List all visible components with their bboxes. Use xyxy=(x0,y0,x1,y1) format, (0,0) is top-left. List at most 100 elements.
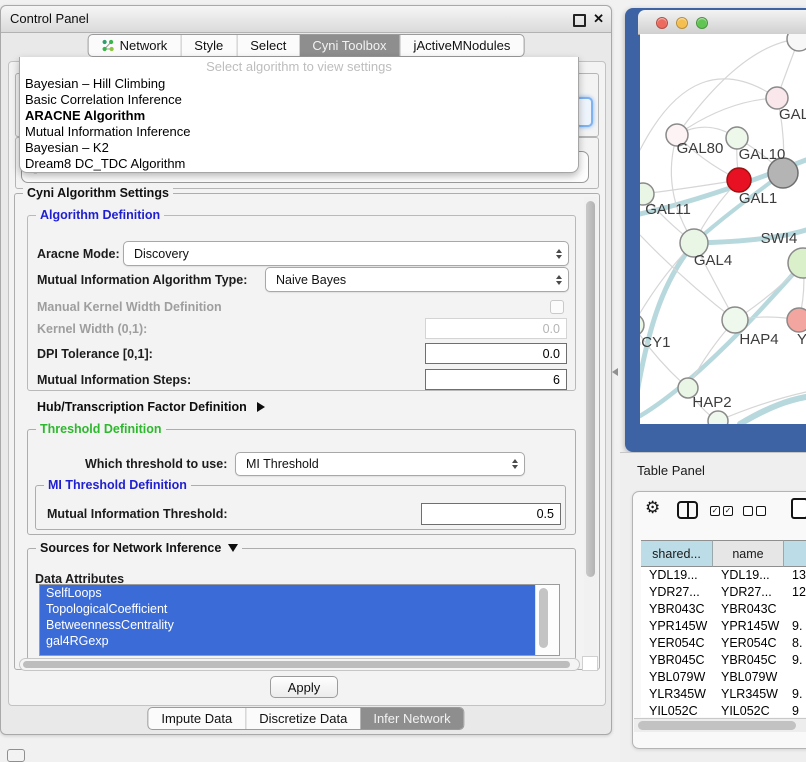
table-cell: 8. xyxy=(784,635,806,652)
tab-cyni-toolbox[interactable]: Cyni Toolbox xyxy=(299,35,399,56)
attributes-list-scrollbar[interactable] xyxy=(535,585,559,655)
column-header-shared[interactable]: shared... xyxy=(641,540,713,567)
attribute-item-topologicalcoefficient[interactable]: TopologicalCoefficient xyxy=(40,601,535,617)
deselect-all-icon[interactable] xyxy=(743,506,766,516)
scrollbar-thumb[interactable] xyxy=(638,721,796,730)
select-all-icon[interactable]: ✓ ✓ xyxy=(710,506,733,516)
panel-splitter-arrow-icon[interactable] xyxy=(612,368,618,376)
table-row[interactable]: YBR043CYBR043C xyxy=(641,601,806,618)
which-threshold-combo[interactable]: MI Threshold xyxy=(235,452,525,476)
table-panel-title: Table Panel xyxy=(637,463,705,478)
network-node-gal1[interactable] xyxy=(727,168,751,192)
table-row[interactable]: YDL19...YDL19...13 xyxy=(641,567,806,584)
attribute-item-selfloops[interactable]: SelfLoops xyxy=(40,585,535,601)
minimize-traffic-light-icon[interactable] xyxy=(676,17,688,29)
close-traffic-light-icon[interactable] xyxy=(656,17,668,29)
node-label-gal: GAL xyxy=(779,106,806,123)
apply-button[interactable]: Apply xyxy=(270,676,338,698)
table-cell xyxy=(784,669,806,686)
checked-checkbox-icon: ✓ xyxy=(723,506,733,516)
column-header-a[interactable]: A xyxy=(784,540,806,567)
hub-definition-label: Hub/Transcription Factor Definition xyxy=(37,400,247,414)
algorithm-option-bayesian-k2[interactable]: Bayesian – K2 xyxy=(20,140,578,156)
tab-network-label: Network xyxy=(120,38,168,53)
mi-algorithm-type-combo[interactable]: Naive Bayes xyxy=(265,267,569,292)
tab-jactivemnodules[interactable]: jActiveMNodules xyxy=(400,35,524,56)
table-cell: 9. xyxy=(784,618,806,635)
algorithm-dropdown-list: Bayesian – Hill ClimbingBasic Correlatio… xyxy=(20,76,578,172)
algorithm-option-aracne-algorithm[interactable]: ARACNE Algorithm xyxy=(20,108,578,124)
attribute-item-gal4rgexp[interactable]: gal4RGexp xyxy=(40,633,535,649)
kernel-width-label: Kernel Width (0,1): xyxy=(37,318,147,339)
gear-icon[interactable]: ⚙ xyxy=(645,498,660,518)
table-cell: 9. xyxy=(784,686,806,703)
scrollbar-thumb[interactable] xyxy=(23,661,570,668)
network-graph: GALGAL80GAL10GAL1GAL11GAL4SWI4HAP4YGCY1H… xyxy=(640,34,806,424)
aracne-mode-combo[interactable]: Discovery xyxy=(123,241,569,266)
tab-select[interactable]: Select xyxy=(236,35,299,56)
scrollbar-thumb[interactable] xyxy=(586,201,595,577)
table-row[interactable]: YLR345WYLR345W9. xyxy=(641,686,806,703)
table-row[interactable]: YDR27...YDR27...12 xyxy=(641,584,806,601)
table-row[interactable]: YIL052CYIL052C9 xyxy=(641,703,806,717)
network-icon xyxy=(102,39,115,52)
table-horizontal-scrollbar[interactable] xyxy=(634,718,806,732)
algorithm-definition-title: Algorithm Definition xyxy=(36,208,164,222)
network-node-y[interactable] xyxy=(787,308,806,332)
control-panel-tabs: Network StyleSelectCyni ToolboxjActiveMNo… xyxy=(88,34,525,57)
expanded-arrow-icon[interactable] xyxy=(228,544,238,552)
bottom-tab-discretize-data[interactable]: Discretize Data xyxy=(245,708,360,729)
dpi-tolerance-field[interactable]: 0.0 xyxy=(425,343,567,364)
network-node[interactable] xyxy=(787,34,806,51)
hub-definition-expander[interactable]: Hub/Transcription Factor Definition xyxy=(37,398,265,416)
table-cell: YBR043C xyxy=(641,601,713,618)
collapsed-arrow-icon xyxy=(257,402,265,412)
docked-panel-icon[interactable] xyxy=(7,749,25,762)
float-window-icon[interactable] xyxy=(573,14,586,27)
bottom-tab-impute-data[interactable]: Impute Data xyxy=(148,708,245,729)
network-window-titlebar[interactable] xyxy=(638,10,806,35)
network-node[interactable] xyxy=(708,411,728,424)
table-cell: YBR045C xyxy=(641,652,713,669)
sources-title: Sources for Network Inference xyxy=(36,541,242,555)
node-table: shared...nameA YDL19...YDL19...13YDR27..… xyxy=(641,540,806,717)
zoom-traffic-light-icon[interactable] xyxy=(696,17,708,29)
tab-style[interactable]: Style xyxy=(180,35,236,56)
tab-network[interactable]: Network xyxy=(89,35,181,56)
scrollbar-thumb[interactable] xyxy=(539,588,548,648)
close-icon[interactable]: ✕ xyxy=(593,6,604,32)
data-attributes-items: SelfLoopsTopologicalCoefficientBetweenne… xyxy=(40,585,535,655)
attribute-item-betweennesscentrality[interactable]: BetweennessCentrality xyxy=(40,617,535,633)
network-canvas[interactable]: GALGAL80GAL10GAL1GAL11GAL4SWI4HAP4YGCY1H… xyxy=(640,34,806,424)
mi-steps-field[interactable]: 6 xyxy=(425,369,567,390)
bottom-tab-infer-network[interactable]: Infer Network xyxy=(360,708,463,729)
node-label-swi4: SWI4 xyxy=(761,230,798,247)
split-columns-icon[interactable] xyxy=(677,501,698,519)
mi-threshold-value: 0.5 xyxy=(537,507,554,521)
network-node-gcy1[interactable] xyxy=(640,314,644,336)
screenshot-root: Control Panel ✕ Network StyleSelectCyni T… xyxy=(0,0,806,762)
which-threshold-value: MI Threshold xyxy=(246,457,319,471)
settings-horizontal-scrollbar[interactable] xyxy=(19,658,580,671)
table-row[interactable]: YBR045CYBR045C9. xyxy=(641,652,806,669)
node-table-window: ⚙ ✓ ✓ shared...nameA YDL19...YDL19...13Y… xyxy=(632,491,806,749)
column-header-name[interactable]: name xyxy=(713,540,784,567)
table-cell: YBR043C xyxy=(713,601,784,618)
node-label-gcy1: GCY1 xyxy=(640,334,670,351)
node-table-rows: YDL19...YDL19...13YDR27...YDR27...12YBR0… xyxy=(641,567,806,717)
algorithm-option-mutual-information-inference[interactable]: Mutual Information Inference xyxy=(20,124,578,140)
mi-steps-value: 6 xyxy=(553,373,560,387)
table-row[interactable]: YPR145WYPR145W9. xyxy=(641,618,806,635)
algorithm-option-dream8-dc-tdc-algorithm[interactable]: Dream8 DC_TDC Algorithm xyxy=(20,156,578,172)
mi-threshold-field[interactable]: 0.5 xyxy=(421,503,561,525)
new-table-icon[interactable] xyxy=(791,498,806,519)
algorithm-option-bayesian-hill-climbing[interactable]: Bayesian – Hill Climbing xyxy=(20,76,578,92)
table-row[interactable]: YER054CYER054C8. xyxy=(641,635,806,652)
table-row[interactable]: YBL079WYBL079W xyxy=(641,669,806,686)
dpi-tolerance-value: 0.0 xyxy=(543,347,560,361)
network-node-hap4[interactable] xyxy=(722,307,748,333)
settings-vertical-scrollbar[interactable] xyxy=(584,197,597,659)
table-cell: YIL052C xyxy=(641,703,713,717)
algorithm-option-basic-correlation-inference[interactable]: Basic Correlation Inference xyxy=(20,92,578,108)
control-panel-titlebar: Control Panel ✕ xyxy=(1,6,611,33)
